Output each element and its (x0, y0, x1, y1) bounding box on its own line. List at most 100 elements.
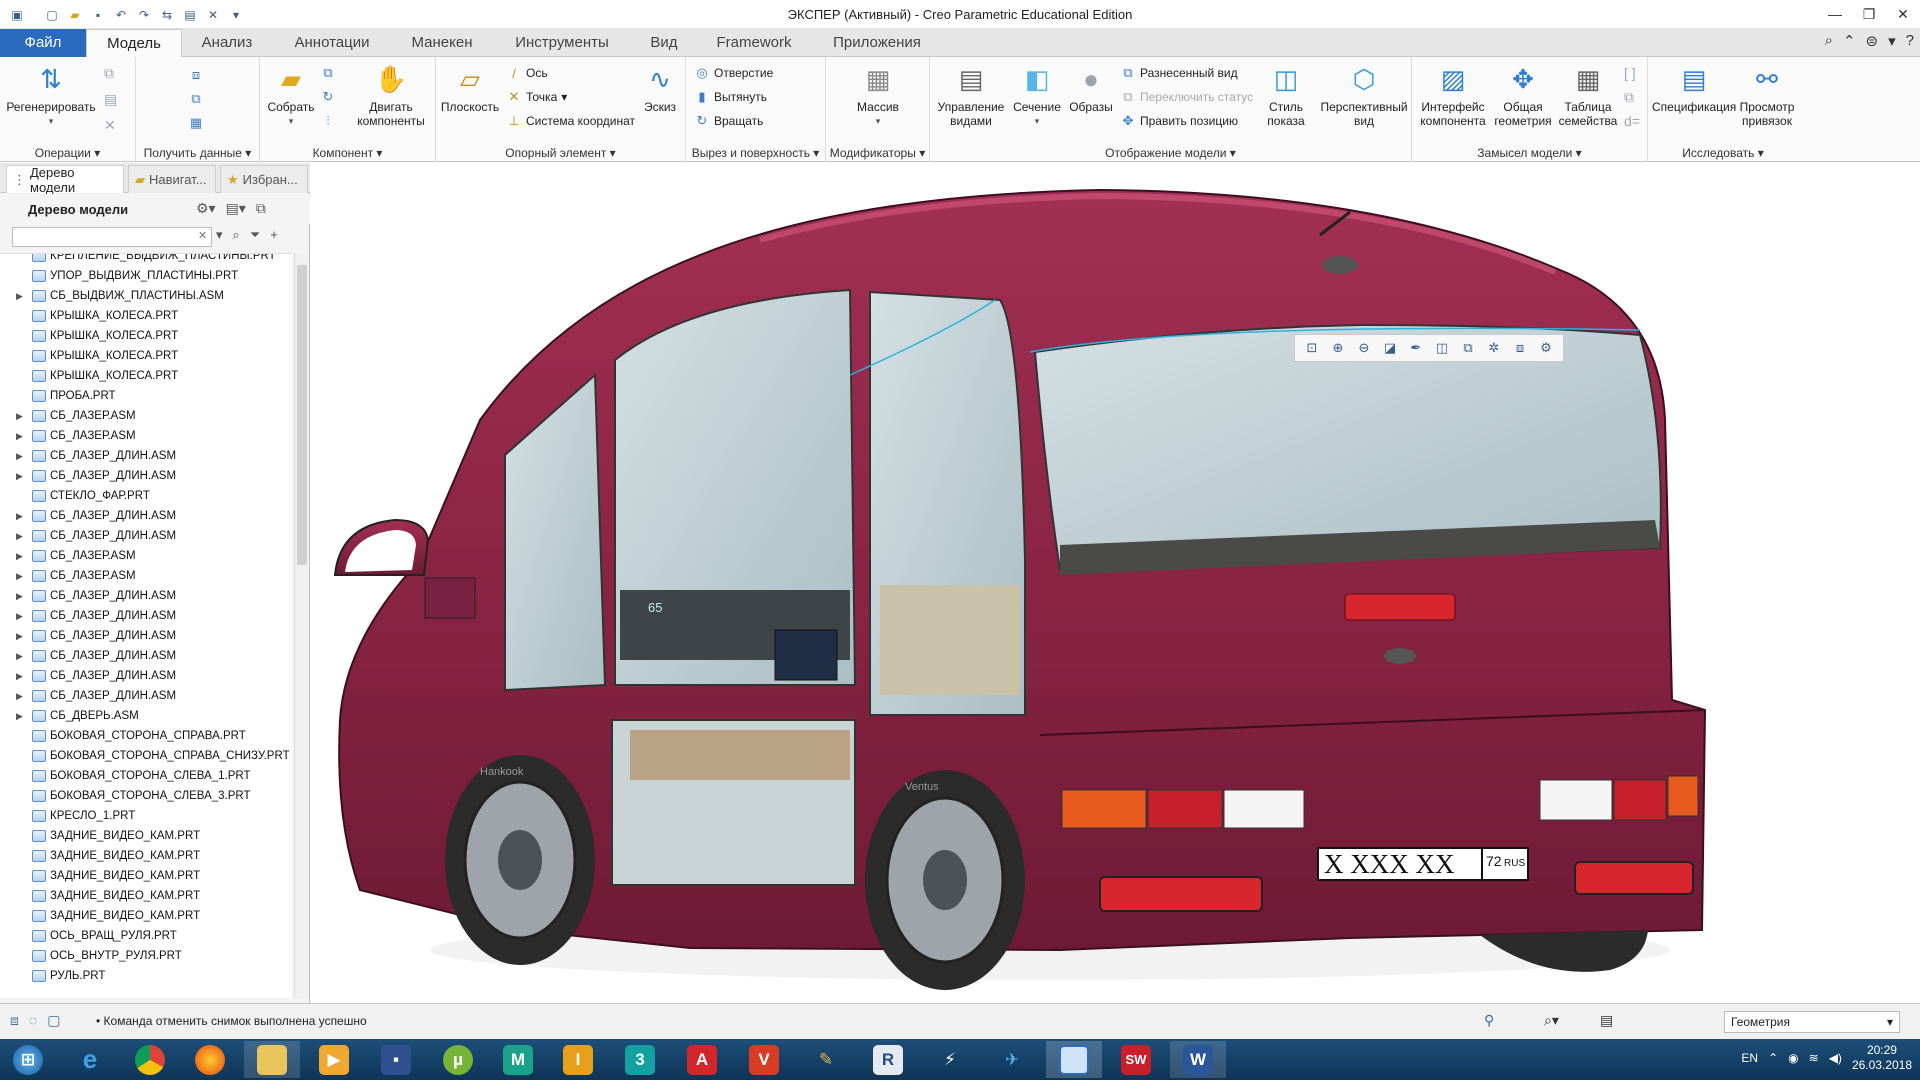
tree-item[interactable]: ▶ СБ_ЛАЗЕР_ДЛИН.ASM (0, 606, 292, 626)
restore-icon[interactable]: ❐ (1852, 0, 1886, 28)
expand-arrow-icon[interactable]: ▶ (16, 471, 23, 482)
tree-item[interactable]: ▶ СБ_ЛАЗЕР_ДЛИН.ASM (0, 446, 292, 466)
tab-model-tree[interactable]: ⋮ Дерево модели (6, 165, 124, 195)
tab-view[interactable]: Вид (636, 29, 692, 57)
expand-arrow-icon[interactable]: ▶ (16, 571, 23, 582)
selection-filter-select[interactable]: Геометрия ▾ (1724, 1011, 1900, 1033)
display-style-icon[interactable]: ◫ (1432, 338, 1452, 358)
help-icon[interactable]: ? (1906, 32, 1914, 50)
network-icon[interactable]: ◉ (1788, 1051, 1798, 1065)
find-icon[interactable]: ⌕▾ (1544, 1012, 1559, 1029)
tab-manikin[interactable]: Манекен (398, 29, 486, 57)
show-browser-icon[interactable]: ◌ (29, 1012, 37, 1029)
tree-item[interactable]: БОКОВАЯ_СТОРОНА_СПРАВА_СНИЗУ.PRT (0, 746, 292, 766)
sketch-button[interactable]: ∿ Эскиз (636, 61, 684, 114)
copy-icon[interactable]: ⧉ (104, 65, 114, 82)
group-model-display-label[interactable]: Отображение модели ▾ (930, 146, 1411, 160)
tree-item[interactable]: РУЛЬ.PRT (0, 966, 292, 986)
group-cut-surface-label[interactable]: Вырез и поверхность ▾ (686, 146, 825, 160)
tree-item[interactable]: ▶ СБ_ЛАЗЕР_ДЛИН.ASM (0, 626, 292, 646)
clear-search-icon[interactable]: ✕ (198, 229, 207, 242)
binoculars-icon[interactable]: ⌕ (233, 227, 240, 243)
tree-item[interactable]: КРЫШКА_КОЛЕСА.PRT (0, 346, 292, 366)
taskbar-media[interactable]: ▶ (306, 1041, 362, 1078)
full-screen-icon[interactable]: ▢ (47, 1012, 60, 1029)
zoom-in-icon[interactable]: ⊕ (1328, 338, 1348, 358)
revolve-button[interactable]: ↻ Вращать (694, 111, 764, 131)
expand-arrow-icon[interactable]: ▶ (16, 511, 23, 522)
tab-analysis[interactable]: Анализ (188, 29, 266, 57)
taskbar-inventor[interactable]: I (550, 1041, 606, 1078)
tree-item[interactable]: БОКОВАЯ_СТОРОНА_СПРАВА.PRT (0, 726, 292, 746)
close-icon[interactable]: ✕ (1886, 0, 1920, 28)
csys-button[interactable]: ⊥ Система координат (506, 111, 635, 131)
user-defined-feature-button[interactable]: ⧈ (188, 65, 204, 85)
expand-arrow-icon[interactable]: ▶ (16, 551, 23, 562)
annotation-display-icon[interactable]: ⚙ (1536, 338, 1556, 358)
tree-item[interactable]: КРЫШКА_КОЛЕСА.PRT (0, 326, 292, 346)
expand-arrow-icon[interactable]: ▶ (16, 651, 23, 662)
tree-item[interactable]: ▶ СБ_ЛАЗЕР.ASM (0, 546, 292, 566)
relations-icon[interactable]: d= (1624, 113, 1640, 129)
tree-item[interactable]: ▶ СБ_ЛАЗЕР_ДЛИН.ASM (0, 646, 292, 666)
up-arrow-icon[interactable]: ⌃ (1843, 32, 1856, 50)
add-icon[interactable]: + (270, 227, 278, 243)
language-indicator[interactable]: EN (1741, 1051, 1758, 1065)
tree-item[interactable]: КРЫШКА_КОЛЕСА.PRT (0, 306, 292, 326)
graphics-area[interactable]: 65 X XXX XX 72 RUS Hankook Ventus ⊡ ⊕ ⊖ … (311, 163, 1920, 1003)
taskbar-save[interactable]: ▪ (368, 1041, 424, 1078)
show-icon[interactable]: ▤▾ (226, 200, 246, 217)
selection-icon[interactable]: ⚲ (1484, 1012, 1494, 1029)
tab-file[interactable]: Файл (0, 29, 86, 57)
settings-icon[interactable]: ⚙▾ (196, 200, 216, 217)
car-model-render[interactable]: 65 X XXX XX 72 RUS Hankook Ventus (311, 163, 1920, 1003)
appearances-button[interactable]: ● Образы (1066, 61, 1116, 114)
tab-annotations[interactable]: Аннотации (278, 29, 386, 57)
expand-arrow-icon[interactable]: ▶ (16, 631, 23, 642)
tree-item[interactable]: ПРОБА.PRT (0, 386, 292, 406)
plane-button[interactable]: ▱ Плоскость (440, 61, 500, 114)
expand-arrow-icon[interactable]: ▶ (16, 291, 23, 302)
extrude-button[interactable]: ▮ Вытянуть (694, 87, 767, 107)
delete-icon[interactable]: ✕ (104, 117, 116, 134)
tree-item[interactable]: ▶ СБ_ЛАЗЕР.ASM (0, 406, 292, 426)
tree-item[interactable]: ЗАДНИЕ_ВИДЕО_КАМ.PRT (0, 826, 292, 846)
copy-geometry-button[interactable]: ⧉ (188, 89, 204, 109)
expand-arrow-icon[interactable]: ▶ (16, 591, 23, 602)
tree-item[interactable]: СТЕКЛО_ФАР.PRT (0, 486, 292, 506)
show-navigator-icon[interactable]: ⧈ (10, 1012, 19, 1029)
tree-item[interactable]: ОСЬ_ВНУТР_РУЛЯ.PRT (0, 946, 292, 966)
tab-navigator[interactable]: ▰ Навигат... (128, 165, 216, 193)
taskbar-utorrent[interactable]: µ (430, 1041, 486, 1078)
tree-columns-icon[interactable]: ⧉ (256, 200, 266, 217)
tree-scrollbar[interactable] (294, 253, 308, 998)
section-button[interactable]: ◧ Сечение ▾ (1010, 61, 1064, 128)
tree-item[interactable]: ▶ СБ_ЛАЗЕР_ДЛИН.ASM (0, 526, 292, 546)
expand-arrow-icon[interactable]: ▶ (16, 531, 23, 542)
component-interface-button[interactable]: ▨ Интерфейс компонента (1416, 61, 1490, 128)
taskbar-creo[interactable] (1046, 1041, 1102, 1078)
taskbar-solidworks[interactable]: SW (1108, 1041, 1164, 1078)
repaint-icon[interactable]: ◪ (1380, 338, 1400, 358)
assemble-button[interactable]: ▰ Собрать ▾ (264, 61, 318, 128)
group-operations-label[interactable]: Операции ▾ (0, 146, 135, 160)
tab-applications[interactable]: Приложения (816, 29, 938, 57)
taskbar-autocad[interactable]: A (674, 1041, 730, 1078)
taskbar-explorer[interactable] (244, 1041, 300, 1078)
filter-icon[interactable]: ⏷ (250, 227, 260, 243)
parameters-icon[interactable]: [ ] (1624, 65, 1636, 81)
tree-item[interactable]: ▶ СБ_ЛАЗЕР.ASM (0, 566, 292, 586)
tree-item[interactable]: ▶ СБ_ЛАЗЕР_ДЛИН.ASM (0, 666, 292, 686)
taskbar-plane[interactable]: ✈ (984, 1041, 1040, 1078)
bom-button[interactable]: ▤ Спецификация (1652, 61, 1736, 114)
tree-item[interactable]: ▶ СБ_ЛАЗЕР_ДЛИН.ASM (0, 506, 292, 526)
shrinkwrap-button[interactable]: ▦ (188, 113, 204, 133)
toggle-status-button[interactable]: ⧉ Переключить статус (1120, 87, 1253, 107)
exploded-view-button[interactable]: ⧉ Разнесенный вид (1120, 63, 1237, 83)
axis-button[interactable]: / Ось (506, 63, 547, 83)
tree-item[interactable]: ЗАДНИЕ_ВИДЕО_КАМ.PRT (0, 906, 292, 926)
tree-search-input[interactable] (12, 227, 212, 247)
volume-icon[interactable]: ◀) (1829, 1051, 1842, 1065)
selected-items-icon[interactable]: ▤ (1600, 1012, 1613, 1029)
saved-orientations-icon[interactable]: ⧉ (1458, 338, 1478, 358)
